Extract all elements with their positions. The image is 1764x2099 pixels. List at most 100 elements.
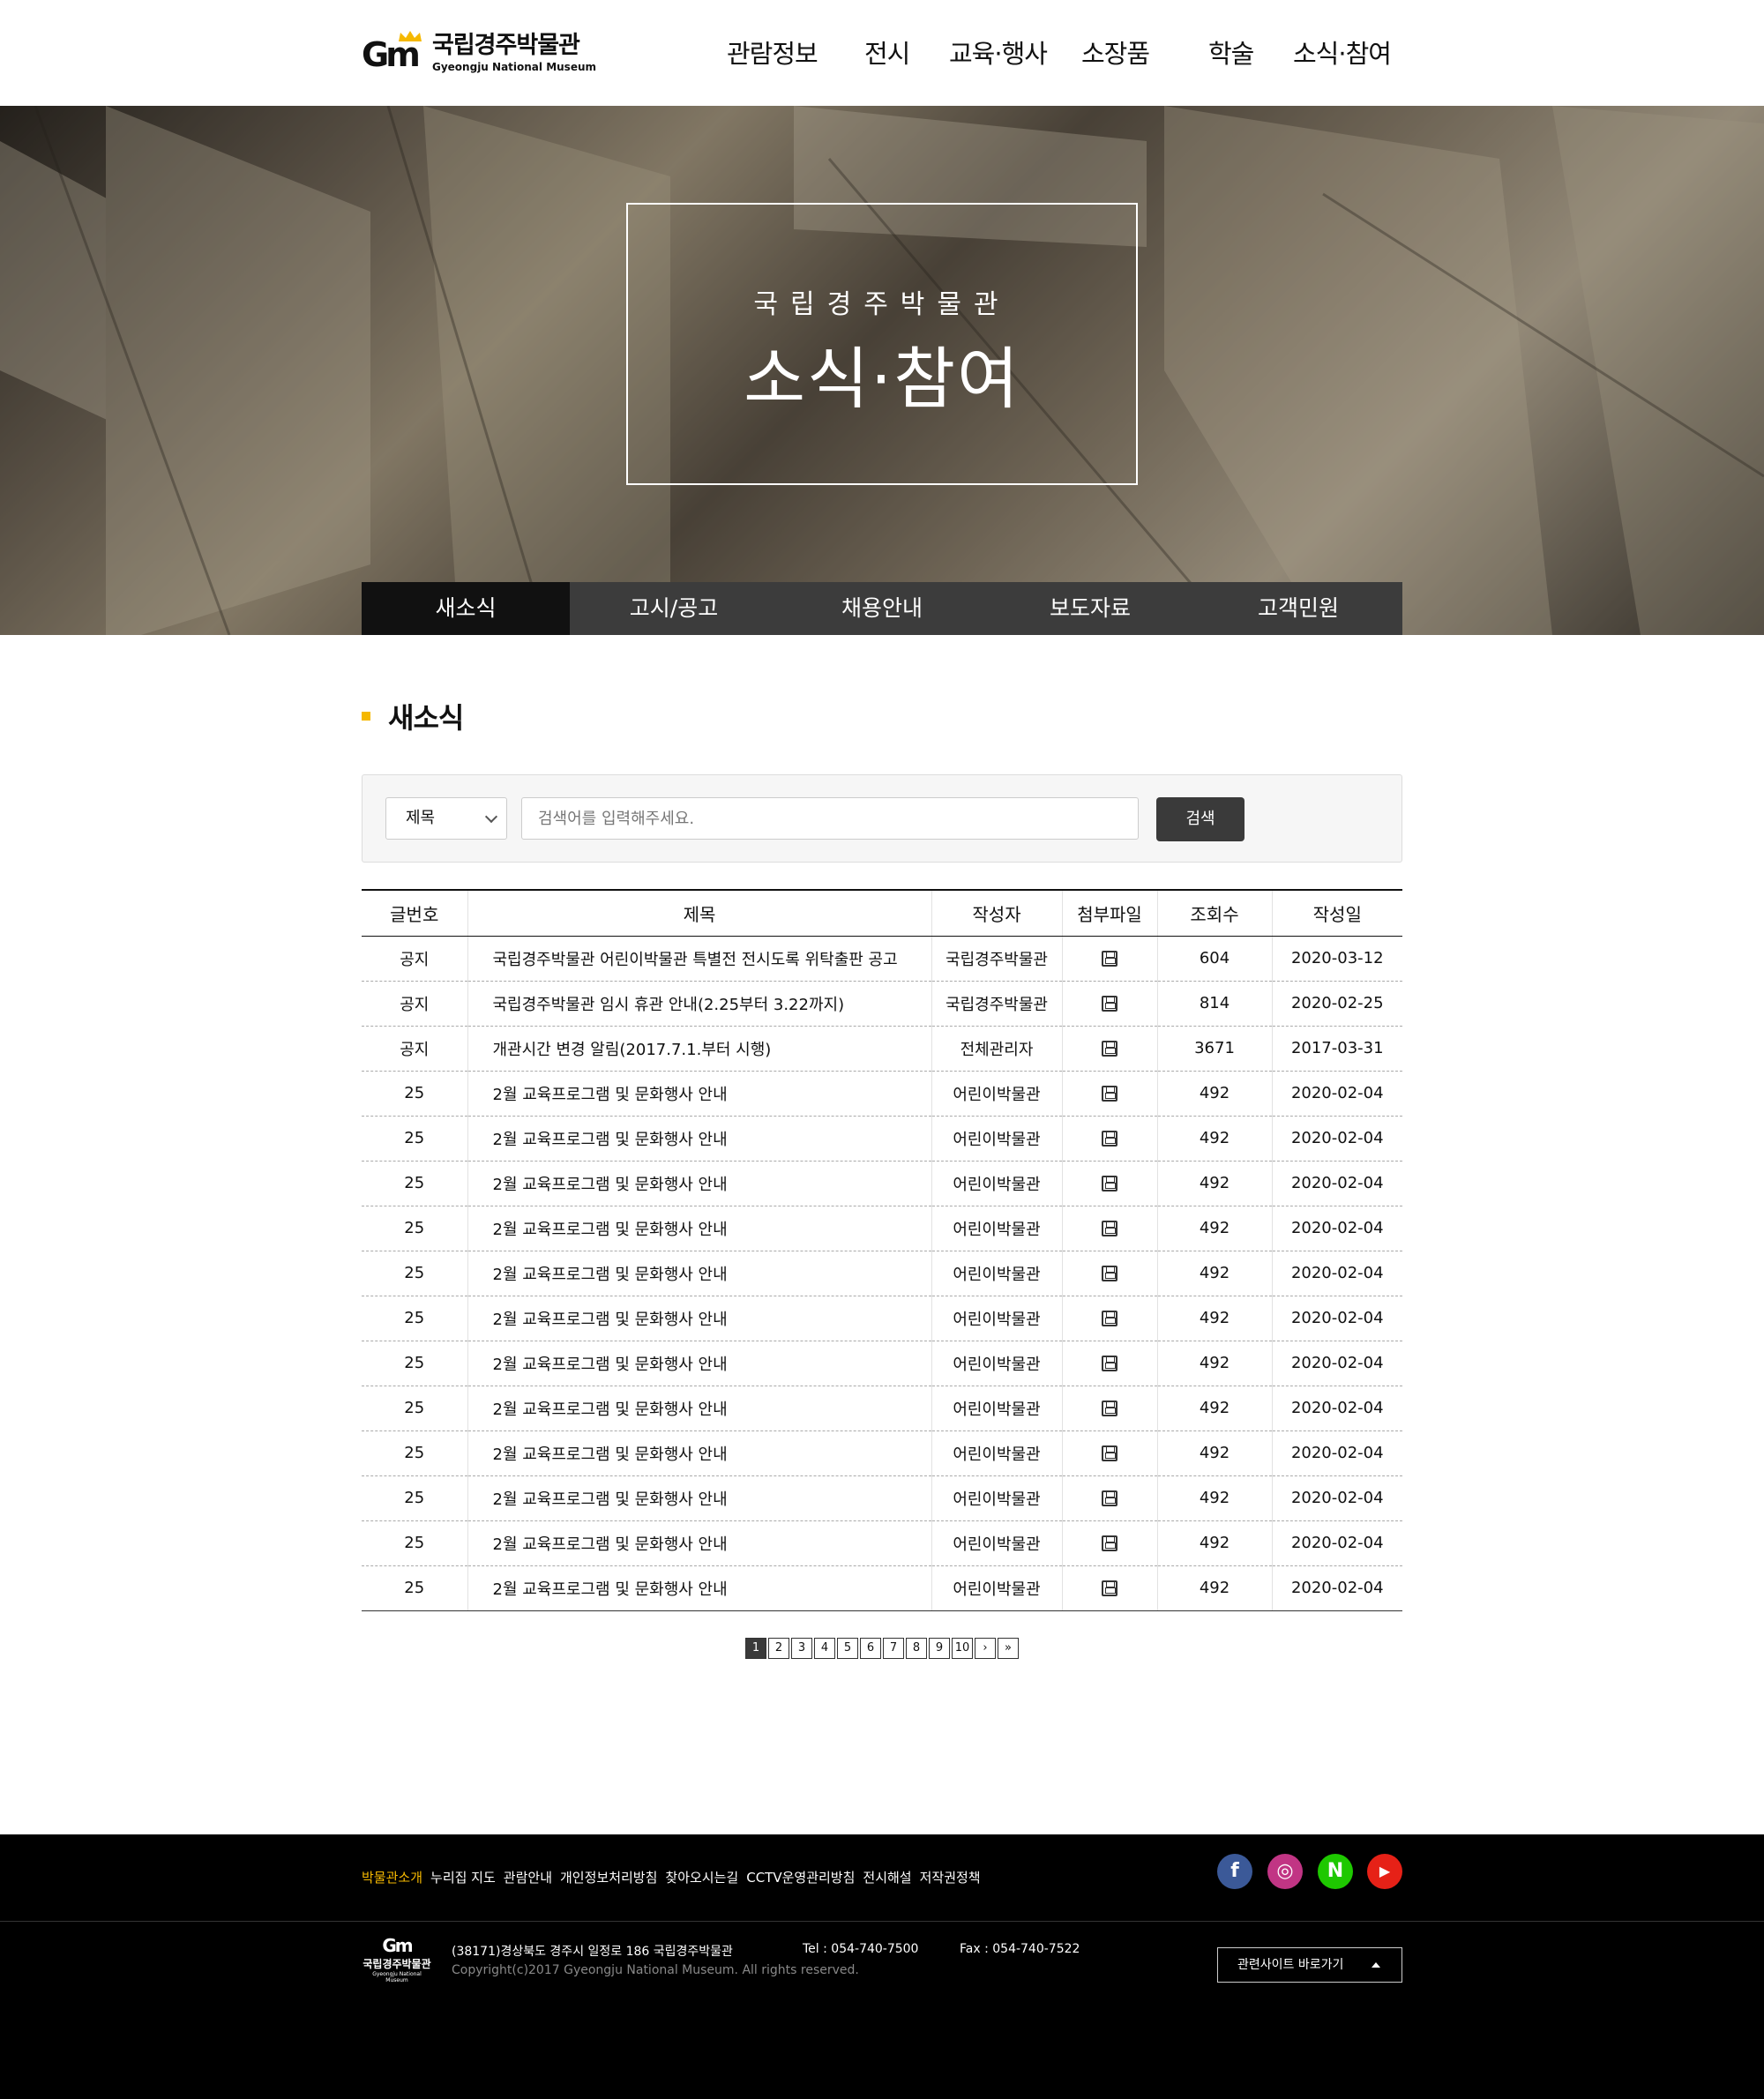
row-attachment[interactable]: [1061, 1341, 1157, 1386]
save-icon[interactable]: [1102, 1176, 1117, 1191]
footer-link-visit-guide[interactable]: 관람안내: [504, 1868, 552, 1886]
next-page-icon[interactable]: ›: [975, 1638, 996, 1659]
row-attachment[interactable]: [1061, 1251, 1157, 1296]
tab-notices[interactable]: 고시/공고: [570, 582, 778, 635]
save-icon[interactable]: [1102, 1266, 1117, 1281]
row-title-link[interactable]: 2월 교육프로그램 및 문화행사 안내: [467, 1161, 931, 1206]
row-attachment[interactable]: [1061, 1520, 1157, 1566]
naver-icon[interactable]: N: [1318, 1854, 1353, 1889]
row-title-link[interactable]: 국립경주박물관 어린이박물관 특별전 전시도록 위탁출판 공고: [467, 936, 931, 982]
instagram-icon[interactable]: ◎: [1267, 1854, 1303, 1889]
table-row[interactable]: 공지 국립경주박물관 어린이박물관 특별전 전시도록 위탁출판 공고 국립경주박물관…: [362, 936, 1402, 982]
table-row[interactable]: 공지 국립경주박물관 임시 휴관 안내(2.25부터 3.22까지) 국립경주박물관…: [362, 981, 1402, 1027]
page-2[interactable]: 2: [768, 1638, 789, 1659]
save-icon[interactable]: [1102, 1490, 1117, 1506]
row-title-link[interactable]: 2월 교육프로그램 및 문화행사 안내: [467, 1296, 931, 1341]
row-attachment[interactable]: [1061, 936, 1157, 982]
footer-link-directions[interactable]: 찾아오시는길: [665, 1868, 738, 1886]
footer-link-exhibition-guide[interactable]: 전시해설: [863, 1868, 911, 1886]
footer-link-about[interactable]: 박물관소개: [362, 1868, 422, 1886]
table-row[interactable]: 25 2월 교육프로그램 및 문화행사 안내 어린이박물관 492 2020-02-04: [362, 1565, 1402, 1611]
table-row[interactable]: 25 2월 교육프로그램 및 문화행사 안내 어린이박물관 492 2020-02-04: [362, 1161, 1402, 1206]
save-icon[interactable]: [1102, 1401, 1117, 1416]
save-icon[interactable]: [1102, 951, 1117, 967]
save-icon[interactable]: [1102, 1131, 1117, 1147]
nav-research[interactable]: 학술: [1208, 34, 1254, 71]
save-icon[interactable]: [1102, 1580, 1117, 1596]
page-8[interactable]: 8: [906, 1638, 927, 1659]
nav-news-participation[interactable]: 소식·참여: [1293, 34, 1392, 71]
page-4[interactable]: 4: [814, 1638, 835, 1659]
row-title-link[interactable]: 2월 교육프로그램 및 문화행사 안내: [467, 1475, 931, 1521]
table-row[interactable]: 공지 개관시간 변경 알림(2017.7.1.부터 시행) 전체관리자 3671 201…: [362, 1026, 1402, 1072]
tab-news[interactable]: 새소식: [362, 582, 570, 635]
table-row[interactable]: 25 2월 교육프로그램 및 문화행사 안내 어린이박물관 492 2020-02-04: [362, 1520, 1402, 1566]
page-1[interactable]: 1: [745, 1638, 766, 1659]
row-attachment[interactable]: [1061, 1161, 1157, 1206]
page-6[interactable]: 6: [860, 1638, 881, 1659]
row-number: 25: [362, 1251, 467, 1296]
save-icon[interactable]: [1102, 1356, 1117, 1371]
nav-education-events[interactable]: 교육·행사: [949, 34, 1048, 71]
page-3[interactable]: 3: [791, 1638, 812, 1659]
table-row[interactable]: 25 2월 교육프로그램 및 문화행사 안내 어린이박물관 492 2020-02-04: [362, 1071, 1402, 1117]
row-title-link[interactable]: 국립경주박물관 임시 휴관 안내(2.25부터 3.22까지): [467, 981, 931, 1027]
table-row[interactable]: 25 2월 교육프로그램 및 문화행사 안내 어린이박물관 492 2020-02-04: [362, 1206, 1402, 1251]
table-row[interactable]: 25 2월 교육프로그램 및 문화행사 안내 어린이박물관 492 2020-02-04: [362, 1116, 1402, 1162]
tab-customer-complaints[interactable]: 고객민원: [1194, 582, 1402, 635]
save-icon[interactable]: [1102, 1311, 1117, 1326]
page-9[interactable]: 9: [929, 1638, 950, 1659]
last-page-icon[interactable]: »: [998, 1638, 1019, 1659]
save-icon[interactable]: [1102, 996, 1117, 1012]
row-title-link[interactable]: 개관시간 변경 알림(2017.7.1.부터 시행): [467, 1026, 931, 1072]
tab-press-releases[interactable]: 보도자료: [986, 582, 1194, 635]
youtube-icon[interactable]: ▶: [1367, 1854, 1402, 1889]
row-attachment[interactable]: [1061, 1475, 1157, 1521]
save-icon[interactable]: [1102, 1535, 1117, 1551]
footer-link-copyright[interactable]: 저작권정책: [920, 1868, 981, 1886]
row-title-link[interactable]: 2월 교육프로그램 및 문화행사 안내: [467, 1206, 931, 1251]
row-title-link[interactable]: 2월 교육프로그램 및 문화행사 안내: [467, 1071, 931, 1117]
row-title-link[interactable]: 2월 교육프로그램 및 문화행사 안내: [467, 1520, 931, 1566]
save-icon[interactable]: [1102, 1086, 1117, 1102]
related-sites-dropdown[interactable]: 관련사이트 바로가기: [1217, 1947, 1402, 1983]
row-title-link[interactable]: 2월 교육프로그램 및 문화행사 안내: [467, 1565, 931, 1611]
search-input[interactable]: [521, 797, 1139, 840]
table-row[interactable]: 25 2월 교육프로그램 및 문화행사 안내 어린이박물관 492 2020-02-04: [362, 1251, 1402, 1296]
row-attachment[interactable]: [1061, 1430, 1157, 1476]
table-row[interactable]: 25 2월 교육프로그램 및 문화행사 안내 어린이박물관 492 2020-02-04: [362, 1341, 1402, 1386]
search-button[interactable]: 검색: [1156, 797, 1245, 841]
table-row[interactable]: 25 2월 교육프로그램 및 문화행사 안내 어린이박물관 492 2020-02-04: [362, 1430, 1402, 1476]
save-icon[interactable]: [1102, 1041, 1117, 1057]
table-row[interactable]: 25 2월 교육프로그램 및 문화행사 안내 어린이박물관 492 2020-02-04: [362, 1296, 1402, 1341]
footer-link-sitemap[interactable]: 누리집 지도: [430, 1868, 496, 1886]
row-attachment[interactable]: [1061, 1116, 1157, 1162]
row-attachment[interactable]: [1061, 1071, 1157, 1117]
row-title-link[interactable]: 2월 교육프로그램 및 문화행사 안내: [467, 1341, 931, 1386]
search-field-select[interactable]: 제목: [385, 797, 507, 840]
table-row[interactable]: 25 2월 교육프로그램 및 문화행사 안내 어린이박물관 492 2020-02-04: [362, 1475, 1402, 1521]
row-attachment[interactable]: [1061, 1386, 1157, 1431]
row-attachment[interactable]: [1061, 1296, 1157, 1341]
row-attachment[interactable]: [1061, 981, 1157, 1027]
row-attachment[interactable]: [1061, 1206, 1157, 1251]
footer-link-cctv[interactable]: CCTV운영관리방침: [746, 1868, 855, 1886]
tab-recruitment[interactable]: 채용안내: [778, 582, 986, 635]
save-icon[interactable]: [1102, 1445, 1117, 1461]
row-attachment[interactable]: [1061, 1026, 1157, 1072]
row-title-link[interactable]: 2월 교육프로그램 및 문화행사 안내: [467, 1430, 931, 1476]
page-10[interactable]: 10: [952, 1638, 973, 1659]
nav-exhibition[interactable]: 전시: [864, 34, 910, 71]
page-7[interactable]: 7: [883, 1638, 904, 1659]
row-attachment[interactable]: [1061, 1565, 1157, 1611]
page-5[interactable]: 5: [837, 1638, 858, 1659]
nav-collection[interactable]: 소장품: [1081, 34, 1150, 71]
row-title-link[interactable]: 2월 교육프로그램 및 문화행사 안내: [467, 1116, 931, 1162]
save-icon[interactable]: [1102, 1221, 1117, 1236]
table-row[interactable]: 25 2월 교육프로그램 및 문화행사 안내 어린이박물관 492 2020-02-04: [362, 1386, 1402, 1431]
facebook-icon[interactable]: f: [1217, 1854, 1252, 1889]
footer-link-privacy[interactable]: 개인정보처리방침: [560, 1868, 657, 1886]
row-title-link[interactable]: 2월 교육프로그램 및 문화행사 안내: [467, 1251, 931, 1296]
nav-visit-info[interactable]: 관람정보: [727, 34, 818, 71]
row-title-link[interactable]: 2월 교육프로그램 및 문화행사 안내: [467, 1386, 931, 1431]
